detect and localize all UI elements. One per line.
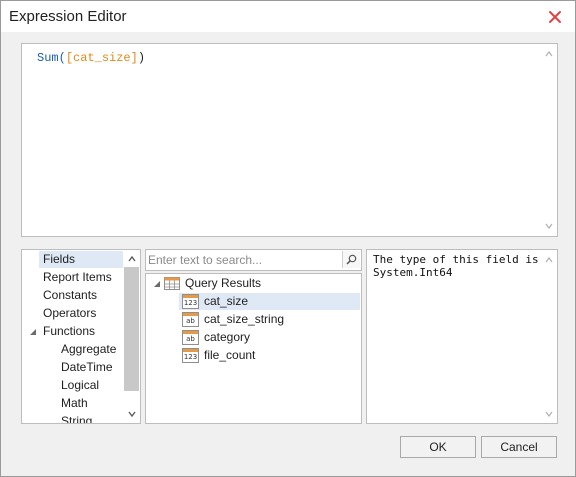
- category-item-label: Fields: [43, 252, 76, 266]
- category-item-label: Aggregate: [61, 342, 117, 356]
- scroll-thumb[interactable]: [124, 267, 139, 391]
- field-label: file_count: [204, 348, 256, 362]
- scroll-up-icon[interactable]: [128, 255, 136, 263]
- close-icon[interactable]: [547, 9, 563, 25]
- ok-button[interactable]: OK: [400, 436, 476, 458]
- category-item-math[interactable]: Math: [61, 395, 88, 412]
- category-item-label: Report Items: [43, 270, 112, 284]
- category-item-constants[interactable]: Constants: [43, 287, 97, 304]
- expression-close-paren: ): [137, 51, 146, 65]
- tree-field-cat-size-string[interactable]: ab cat_size_string: [179, 311, 360, 328]
- table-icon: [164, 277, 180, 290]
- category-item-label: String: [61, 414, 93, 424]
- search-button[interactable]: [342, 251, 360, 268]
- expand-arrow-icon[interactable]: [29, 328, 37, 336]
- expression-editor-window: Expression Editor Sum([cat_size]) Fields…: [0, 0, 576, 477]
- tree-field-category[interactable]: ab category: [179, 329, 360, 346]
- scroll-up-icon[interactable]: [545, 256, 553, 264]
- field-tree: Query Results 123 cat_size ab cat_size_s…: [145, 273, 362, 424]
- tree-root-query-results[interactable]: Query Results: [185, 275, 261, 292]
- scroll-up-icon[interactable]: [545, 50, 553, 58]
- window-title: Expression Editor: [9, 8, 127, 25]
- text-field-icon: ab: [182, 312, 199, 327]
- search-icon: [346, 254, 357, 265]
- category-item-label: Constants: [43, 288, 98, 302]
- category-item-label: Operators: [43, 306, 97, 320]
- field-label: cat_size_string: [204, 312, 285, 326]
- editor-scrollbar[interactable]: [541, 44, 557, 236]
- search-box: [145, 249, 362, 271]
- collapse-arrow-icon[interactable]: [153, 280, 161, 288]
- category-item-string[interactable]: String: [61, 413, 93, 424]
- expression-field: [cat_size]: [65, 51, 138, 65]
- category-item-logical[interactable]: Logical: [61, 377, 99, 394]
- category-item-label: Logical: [61, 378, 100, 392]
- expression-text: Sum([cat_size]): [37, 51, 145, 65]
- scroll-down-icon[interactable]: [545, 410, 553, 418]
- field-type-description: The type of this field is: System.Int64: [373, 253, 545, 279]
- field-label: category: [204, 330, 251, 344]
- category-scrollbar[interactable]: [123, 250, 140, 423]
- category-item-label: Functions: [43, 324, 96, 338]
- scroll-down-icon[interactable]: [545, 222, 553, 230]
- description-scrollbar[interactable]: [541, 250, 557, 423]
- description-type: System.Int64: [373, 266, 453, 279]
- category-item-label: DateTime: [61, 360, 113, 374]
- field-label: cat_size: [204, 294, 249, 308]
- expression-function: Sum(: [37, 51, 66, 65]
- expression-input[interactable]: Sum([cat_size]): [21, 43, 558, 237]
- search-input[interactable]: [148, 252, 338, 267]
- category-item-label: Math: [61, 396, 88, 410]
- scroll-down-icon[interactable]: [128, 410, 136, 418]
- category-item-report-items[interactable]: Report Items: [43, 269, 112, 286]
- tree-root-label: Query Results: [185, 276, 262, 290]
- category-item-datetime[interactable]: DateTime: [61, 359, 113, 376]
- title-bar: Expression Editor: [1, 1, 575, 32]
- category-item-aggregate[interactable]: Aggregate: [61, 341, 116, 358]
- tree-field-file-count[interactable]: 123 file_count: [179, 347, 360, 364]
- description-line: The type of this field is:: [373, 253, 546, 266]
- category-item-operators[interactable]: Operators: [43, 305, 96, 322]
- category-list: Fields Report Items Constants Operators …: [21, 249, 141, 424]
- description-panel: The type of this field is: System.Int64: [366, 249, 558, 424]
- category-item-functions[interactable]: Functions: [43, 323, 95, 340]
- text-field-icon: ab: [182, 330, 199, 345]
- tree-field-cat-size[interactable]: 123 cat_size: [179, 293, 360, 310]
- numeric-field-icon: 123: [182, 348, 199, 363]
- cancel-button[interactable]: Cancel: [481, 436, 557, 458]
- category-item-fields[interactable]: Fields: [39, 251, 123, 268]
- numeric-field-icon: 123: [182, 294, 199, 309]
